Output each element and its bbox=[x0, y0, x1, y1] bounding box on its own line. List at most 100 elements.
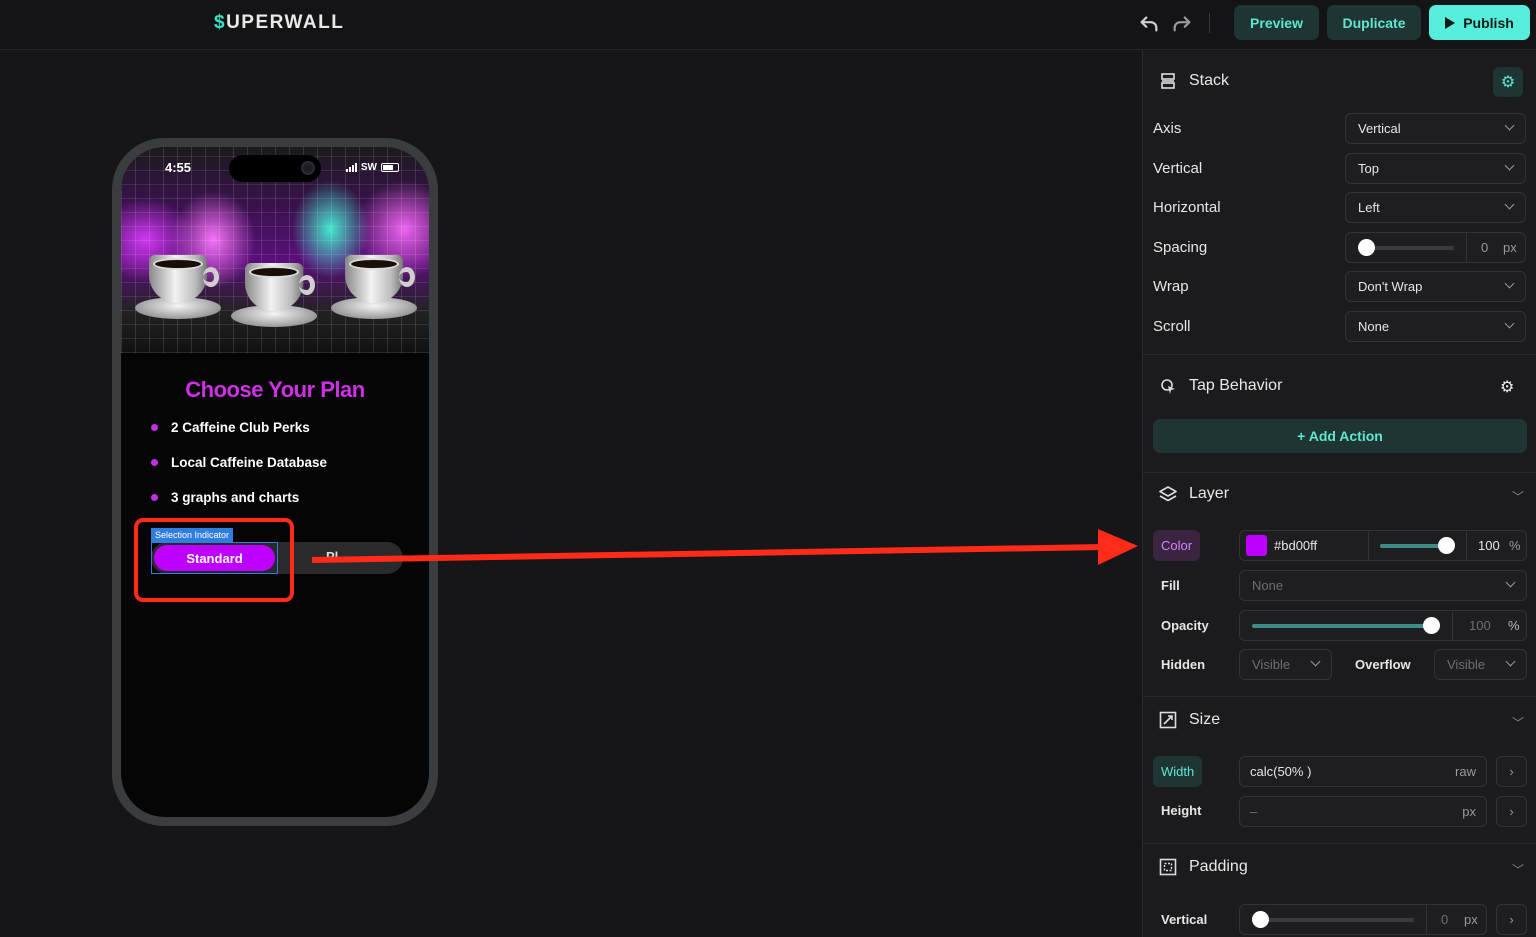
height-unit[interactable]: px bbox=[1462, 804, 1476, 819]
wrap-label: Wrap bbox=[1153, 278, 1189, 295]
bullet-icon bbox=[151, 494, 158, 501]
coffee-cup-image bbox=[331, 255, 417, 319]
color-opacity-value[interactable]: 100 bbox=[1478, 538, 1500, 553]
vertical-select[interactable]: Top bbox=[1345, 153, 1526, 184]
chevron-down-icon bbox=[1505, 656, 1516, 667]
add-action-button[interactable]: + Add Action bbox=[1153, 419, 1527, 453]
divider bbox=[1143, 354, 1536, 355]
padding-icon bbox=[1159, 858, 1177, 876]
size-section-header[interactable]: Size bbox=[1159, 711, 1220, 729]
color-swatch[interactable] bbox=[1246, 535, 1267, 556]
size-collapse-chevron-icon[interactable]: ﹀ bbox=[1512, 714, 1524, 731]
phone-screen: 4:55 SW Choose Your Plan 2 Caffeine Club… bbox=[121, 147, 429, 817]
status-indicators: SW bbox=[345, 162, 399, 173]
perk-item[interactable]: 3 graphs and charts bbox=[151, 490, 299, 505]
perk-item[interactable]: Local Caffeine Database bbox=[151, 455, 327, 470]
scroll-label: Scroll bbox=[1153, 318, 1191, 335]
padding-section-header[interactable]: Padding bbox=[1159, 858, 1248, 876]
divider bbox=[1143, 696, 1536, 697]
hidden-select[interactable]: Visible bbox=[1239, 649, 1332, 680]
tap-behavior-gear-icon[interactable]: ⚙ bbox=[1500, 377, 1514, 397]
padding-vertical-handle[interactable] bbox=[1252, 911, 1269, 928]
preview-button[interactable]: Preview bbox=[1234, 5, 1319, 40]
layer-section-header[interactable]: Layer bbox=[1159, 485, 1229, 503]
bullet-icon bbox=[151, 424, 158, 431]
vertical-label: Vertical bbox=[1153, 160, 1203, 177]
padding-collapse-chevron-icon[interactable]: ﹀ bbox=[1512, 861, 1524, 878]
padding-vertical-slider[interactable]: 0 px bbox=[1239, 904, 1487, 935]
spacing-value[interactable]: 0 bbox=[1481, 240, 1488, 255]
layer-collapse-chevron-icon[interactable]: ﹀ bbox=[1512, 488, 1524, 505]
scroll-select[interactable]: None bbox=[1345, 311, 1526, 342]
plan-title[interactable]: Choose Your Plan bbox=[121, 377, 429, 403]
opacity-label: Opacity bbox=[1161, 618, 1209, 633]
color-opacity-handle[interactable] bbox=[1438, 537, 1455, 554]
duplicate-button[interactable]: Duplicate bbox=[1327, 5, 1421, 40]
toolbar-separator bbox=[1209, 13, 1210, 33]
status-time: 4:55 bbox=[165, 160, 192, 175]
spacing-slider[interactable]: 0 px bbox=[1345, 232, 1526, 263]
perk-item[interactable]: 2 Caffeine Club Perks bbox=[151, 420, 310, 435]
height-label: Height bbox=[1161, 803, 1202, 818]
annotation-highlight-box bbox=[134, 518, 294, 602]
height-expand-chevron-icon[interactable]: › bbox=[1496, 796, 1527, 827]
bullet-icon bbox=[151, 459, 158, 466]
opacity-slider[interactable]: 100 % bbox=[1239, 610, 1527, 641]
signal-icon bbox=[345, 163, 357, 172]
width-expand-chevron-icon[interactable]: › bbox=[1496, 756, 1527, 787]
horizontal-select[interactable]: Left bbox=[1345, 192, 1526, 223]
resize-icon bbox=[1159, 711, 1177, 729]
divider bbox=[1143, 843, 1536, 844]
divider bbox=[1143, 472, 1536, 473]
undo-icon[interactable] bbox=[1138, 13, 1160, 35]
chevron-down-icon bbox=[1504, 160, 1515, 171]
spacing-unit: px bbox=[1503, 240, 1517, 255]
stack-section-header[interactable]: Stack bbox=[1159, 72, 1229, 90]
coffee-cup-image bbox=[135, 255, 221, 319]
opacity-slider-handle[interactable] bbox=[1423, 617, 1440, 634]
top-bar: $UPERWALL Preview Duplicate Publish bbox=[0, 0, 1536, 50]
horizontal-label: Horizontal bbox=[1153, 199, 1221, 216]
properties-panel: Stack ⚙ Axis Vertical Vertical Top Horiz… bbox=[1142, 51, 1536, 937]
wrap-select[interactable]: Don't Wrap bbox=[1345, 271, 1526, 302]
chevron-down-icon bbox=[1310, 656, 1321, 667]
stack-settings-gear-icon[interactable]: ⚙ bbox=[1493, 67, 1523, 97]
fill-select[interactable]: None bbox=[1239, 570, 1527, 601]
chevron-down-icon bbox=[1504, 318, 1515, 329]
color-hex-value[interactable]: #bd00ff bbox=[1274, 538, 1317, 553]
padding-vertical-label: Vertical bbox=[1161, 912, 1208, 927]
stack-icon bbox=[1161, 73, 1175, 89]
tap-icon bbox=[1161, 379, 1175, 394]
color-label[interactable]: Color bbox=[1153, 530, 1201, 561]
padding-expand-chevron-icon[interactable]: › bbox=[1496, 904, 1527, 935]
axis-select[interactable]: Vertical bbox=[1345, 113, 1526, 144]
axis-label: Axis bbox=[1153, 120, 1182, 137]
tap-behavior-section-header[interactable]: Tap Behavior bbox=[1159, 377, 1282, 395]
width-label[interactable]: Width bbox=[1153, 756, 1203, 787]
chevron-down-icon bbox=[1504, 199, 1515, 210]
fill-label: Fill bbox=[1161, 578, 1180, 593]
height-input[interactable]: – px bbox=[1239, 796, 1487, 827]
plan-tab-second[interactable]: Pl... bbox=[326, 549, 349, 564]
redo-icon[interactable] bbox=[1171, 13, 1193, 35]
opacity-value[interactable]: 100 bbox=[1469, 618, 1491, 633]
phone-preview: 4:55 SW Choose Your Plan 2 Caffeine Club… bbox=[112, 138, 438, 826]
chevron-down-icon bbox=[1504, 120, 1515, 131]
chevron-down-icon bbox=[1504, 278, 1515, 289]
superwall-logo[interactable]: $UPERWALL bbox=[214, 12, 344, 34]
spacing-slider-handle[interactable] bbox=[1358, 239, 1375, 256]
width-unit[interactable]: raw bbox=[1455, 764, 1476, 779]
publish-button[interactable]: Publish bbox=[1429, 5, 1530, 40]
spacing-label: Spacing bbox=[1153, 239, 1208, 256]
battery-icon bbox=[381, 163, 399, 172]
hidden-label: Hidden bbox=[1161, 657, 1206, 672]
color-opacity-fill bbox=[1380, 544, 1446, 548]
padding-vertical-value[interactable]: 0 bbox=[1441, 912, 1448, 927]
coffee-cup-image bbox=[231, 263, 317, 327]
width-input[interactable]: calc(50% ) raw bbox=[1239, 756, 1487, 787]
dynamic-island bbox=[229, 155, 321, 182]
overflow-select[interactable]: Visible bbox=[1434, 649, 1527, 680]
color-field[interactable]: #bd00ff 100 % bbox=[1239, 530, 1527, 561]
play-icon bbox=[1445, 16, 1456, 29]
overflow-label: Overflow bbox=[1355, 657, 1411, 672]
